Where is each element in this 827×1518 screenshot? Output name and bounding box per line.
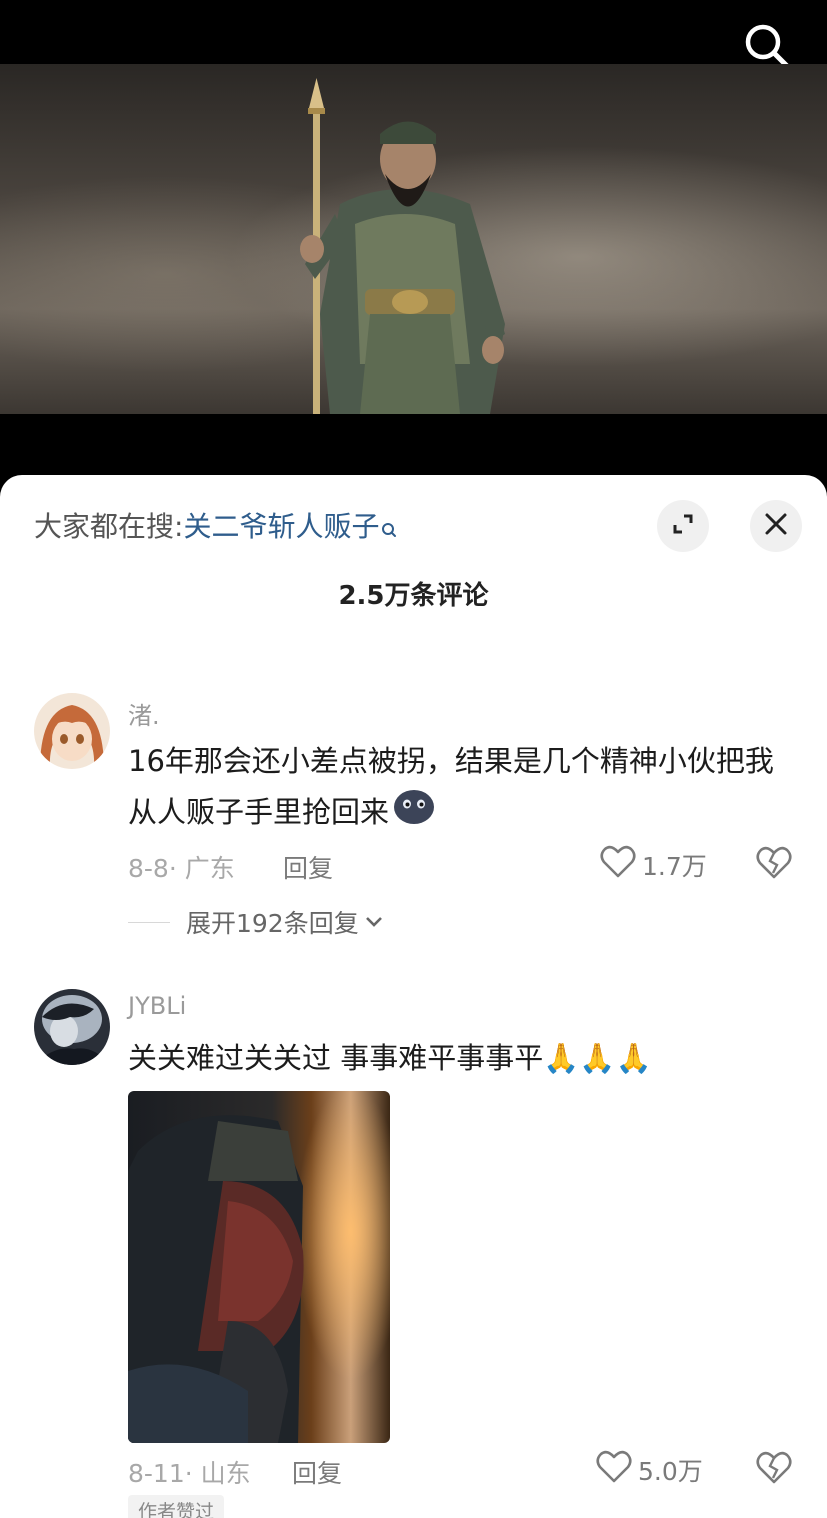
username[interactable]: 渚. bbox=[128, 696, 160, 731]
comment-text: 16年那会还小差点被拐，结果是几个精神小伙把我从人贩子手里抢回来 bbox=[128, 736, 798, 841]
like-count: 1.7万 bbox=[642, 852, 707, 881]
dislike-button[interactable] bbox=[756, 846, 792, 884]
close-icon bbox=[764, 512, 788, 540]
hot-search-label: 大家都在搜: bbox=[34, 510, 184, 543]
comment-text: 关关难过关关过 事事难平事事平🙏🙏🙏 bbox=[128, 1033, 798, 1084]
guan-yu-portrait bbox=[128, 1115, 304, 1443]
reply-button[interactable]: 回复 bbox=[283, 849, 333, 885]
author-liked-badge: 作者赞过 bbox=[128, 1495, 225, 1518]
reply-button[interactable]: 回复 bbox=[292, 1454, 342, 1490]
warrior-figure bbox=[300, 78, 505, 414]
avatar[interactable] bbox=[34, 693, 110, 769]
hot-search-bar: 大家都在搜:关二爷斩人贩子 bbox=[34, 507, 397, 551]
video-letterbox bbox=[0, 414, 827, 484]
username[interactable]: JYBLi bbox=[128, 992, 186, 1020]
comment-text-body: 关关难过关关过 事事难平事事平 bbox=[128, 1041, 544, 1075]
divider-line bbox=[128, 921, 170, 923]
broken-heart-icon bbox=[756, 846, 792, 884]
comment-meta: 8-8· 广东 bbox=[128, 854, 235, 883]
like-button[interactable]: 1.7万 bbox=[600, 845, 707, 885]
like-count: 5.0万 bbox=[638, 1457, 703, 1486]
comment-meta: 8-11· 山东 bbox=[128, 1459, 251, 1488]
blob-face-emoji bbox=[393, 787, 435, 841]
chevron-down-icon bbox=[365, 916, 383, 928]
pray-emoji: 🙏🙏🙏 bbox=[543, 1041, 652, 1075]
expand-button[interactable] bbox=[657, 500, 709, 552]
comment-text-body: 16年那会还小差点被拐，结果是几个精神小伙把我从人贩子手里抢回来 bbox=[128, 744, 774, 829]
close-button[interactable] bbox=[750, 500, 802, 552]
expand-replies-label: 展开192条回复 bbox=[186, 909, 359, 938]
expand-icon bbox=[670, 511, 696, 541]
like-button[interactable]: 5.0万 bbox=[596, 1450, 703, 1490]
comment-sheet: 大家都在搜:关二爷斩人贩子 2.5万条评论 渚. 16年那会还小差点被拐，结果是… bbox=[0, 475, 827, 1518]
dislike-button[interactable] bbox=[756, 1451, 792, 1489]
comment-image[interactable] bbox=[128, 1091, 390, 1443]
expand-replies-button[interactable]: 展开192条回复 bbox=[128, 904, 383, 940]
video-frame[interactable] bbox=[0, 64, 827, 414]
broken-heart-icon bbox=[756, 1451, 792, 1489]
comment-count: 2.5万条评论 bbox=[338, 581, 489, 611]
avatar[interactable] bbox=[34, 989, 110, 1065]
search-icon[interactable] bbox=[381, 511, 397, 551]
top-bar bbox=[0, 0, 827, 64]
heart-icon bbox=[596, 1450, 638, 1490]
heart-icon bbox=[600, 845, 642, 885]
hot-search-query-link[interactable]: 关二爷斩人贩子 bbox=[183, 510, 379, 543]
